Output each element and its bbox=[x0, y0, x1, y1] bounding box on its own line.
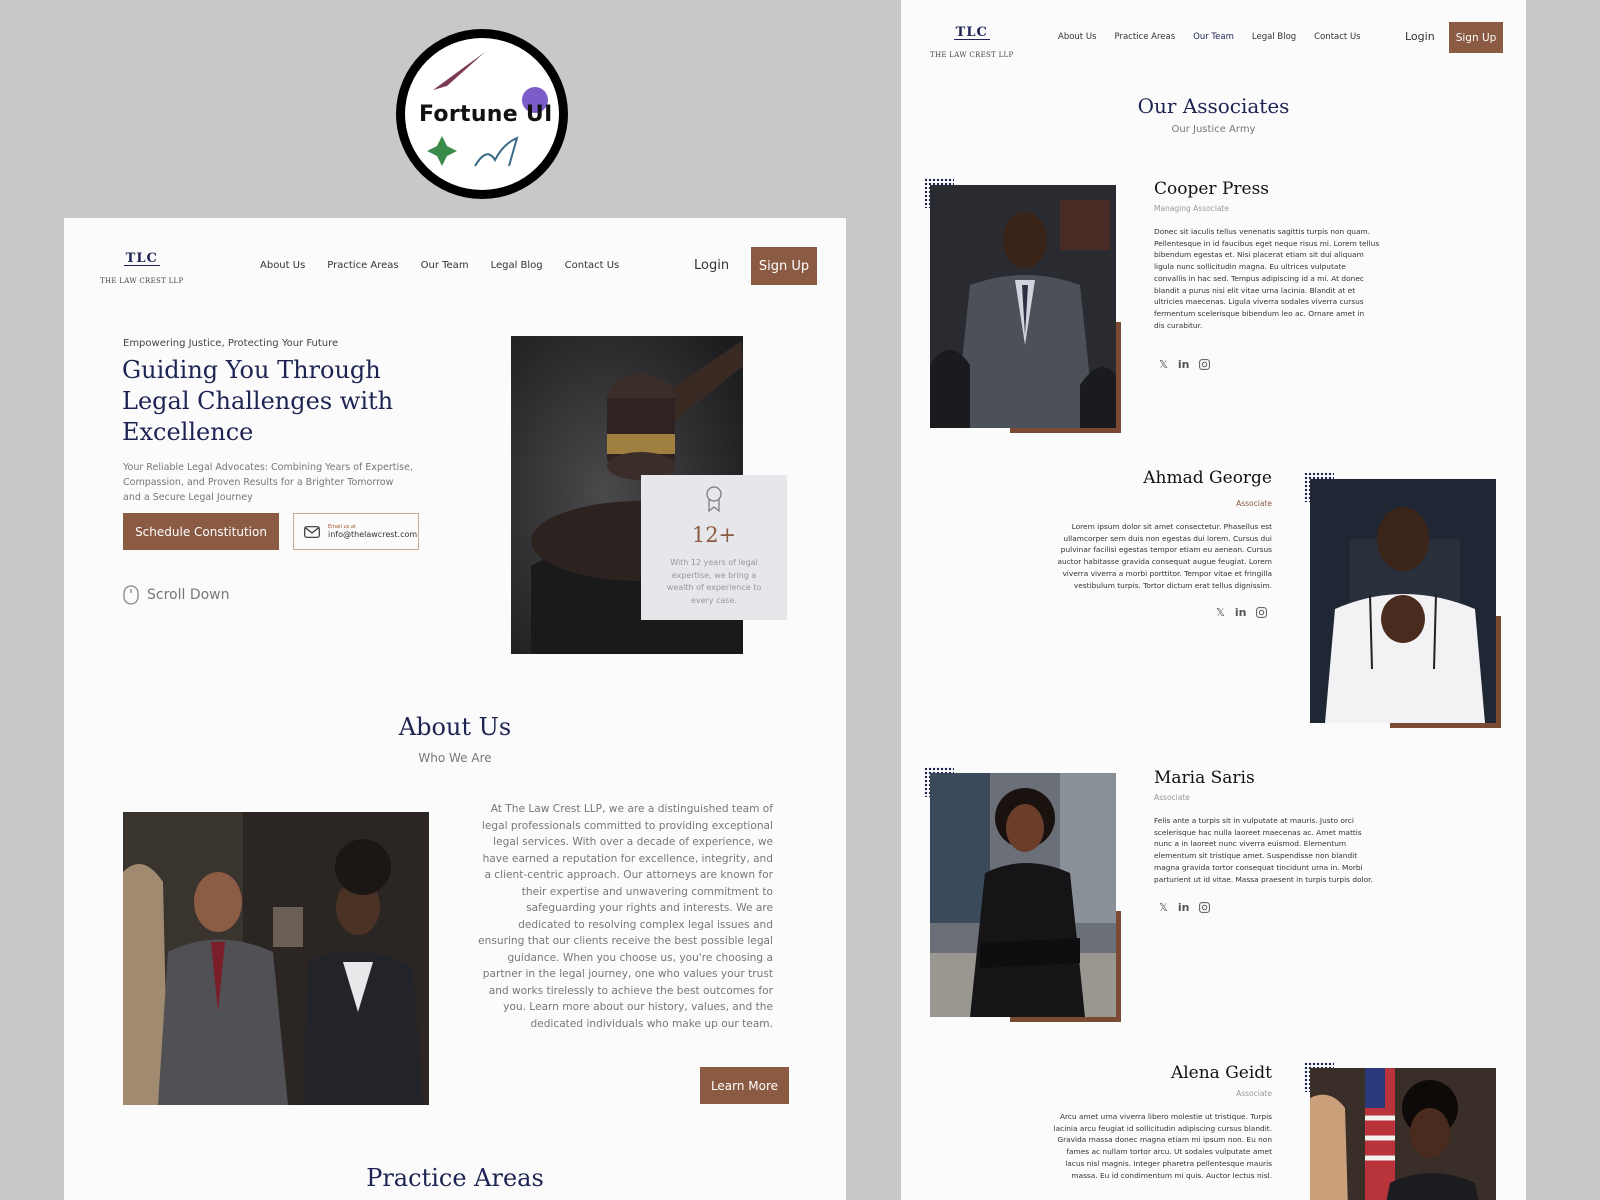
logo-monogram: TLC bbox=[123, 251, 160, 266]
associate-role: Associate bbox=[1154, 793, 1190, 802]
hero-title: Guiding You Through Legal Challenges wit… bbox=[122, 356, 394, 446]
x-icon[interactable]: 𝕏 bbox=[1159, 901, 1168, 914]
associate-bio: Felis ante a turpis sit in vulputate at … bbox=[1154, 816, 1373, 884]
associate-photo-cooper bbox=[930, 185, 1116, 428]
associate-name: Ahmad George bbox=[1143, 468, 1272, 488]
nav-legal-blog[interactable]: Legal Blog bbox=[1252, 32, 1296, 42]
nav-legal-blog[interactable]: Legal Blog bbox=[491, 260, 543, 271]
x-icon[interactable]: 𝕏 bbox=[1159, 358, 1168, 371]
associate-bio: Donec sit iaculis tellus venenatis sagit… bbox=[1154, 227, 1380, 330]
associate-bio: Arcu amet urna viverra libero molestie u… bbox=[1053, 1112, 1272, 1180]
linkedin-icon[interactable]: in bbox=[1178, 358, 1190, 371]
logo-firm-name: THE LAW CREST LLP bbox=[100, 277, 184, 285]
social-links: 𝕏 in bbox=[1159, 901, 1211, 914]
experience-stat-card: 12+ With 12 years of legal expertise, we… bbox=[641, 475, 787, 620]
nav-about[interactable]: About Us bbox=[260, 260, 305, 271]
nav-about[interactable]: About Us bbox=[1058, 32, 1096, 42]
login-link[interactable]: Login bbox=[694, 258, 729, 273]
stat-description: With 12 years of legal expertise, we bri… bbox=[666, 558, 762, 605]
fortune-ui-badge: Fortune UI bbox=[396, 29, 568, 199]
signup-button[interactable]: Sign Up bbox=[751, 247, 817, 285]
linkedin-icon[interactable]: in bbox=[1235, 606, 1247, 619]
about-title: About Us bbox=[398, 713, 512, 741]
email-address: info@thelawcrest.com bbox=[328, 530, 418, 539]
associates-subtitle: Our Justice Army bbox=[1171, 124, 1256, 135]
practice-areas-title: Practice Areas bbox=[366, 1164, 544, 1192]
associate-name: Cooper Press bbox=[1154, 179, 1270, 199]
nav-practice-areas[interactable]: Practice Areas bbox=[327, 260, 398, 271]
associate-photo-ahmad bbox=[1310, 479, 1496, 723]
associate-name: Maria Saris bbox=[1154, 768, 1255, 788]
site-logo[interactable]: TLC THE LAW CREST LLP bbox=[100, 251, 184, 287]
login-link[interactable]: Login bbox=[1405, 30, 1435, 43]
associate-role: Associate bbox=[1236, 499, 1272, 508]
schedule-consultation-button[interactable]: Schedule Constitution bbox=[123, 513, 279, 550]
nav-contact[interactable]: Contact Us bbox=[565, 260, 620, 271]
about-subtitle: Who We Are bbox=[418, 751, 492, 765]
hero-eyebrow: Empowering Justice, Protecting Your Futu… bbox=[123, 338, 339, 349]
scroll-down-label: Scroll Down bbox=[147, 587, 230, 603]
home-page: TLC THE LAW CREST LLP About Us Practice … bbox=[64, 218, 846, 1200]
associates-page: TLC THE LAW CREST LLP About Us Practice … bbox=[901, 0, 1526, 1200]
nav-practice-areas[interactable]: Practice Areas bbox=[1114, 32, 1175, 42]
logo-monogram: TLC bbox=[953, 25, 990, 40]
learn-more-button[interactable]: Learn More bbox=[700, 1067, 789, 1104]
mouse-icon bbox=[123, 585, 139, 605]
about-description: At The Law Crest LLP, we are a distingui… bbox=[478, 803, 773, 1030]
main-nav: About Us Practice Areas Our Team Legal B… bbox=[1058, 32, 1361, 42]
email-button[interactable]: Email us at info@thelawcrest.com bbox=[293, 513, 419, 550]
associate-role: Associate bbox=[1236, 1089, 1272, 1098]
associate-bio: Lorem ipsum dolor sit amet consectetur. … bbox=[1057, 522, 1272, 590]
associate-photo-alena bbox=[1310, 1068, 1496, 1200]
stat-value: 12+ bbox=[691, 523, 737, 547]
x-icon[interactable]: 𝕏 bbox=[1216, 606, 1225, 619]
nav-contact[interactable]: Contact Us bbox=[1314, 32, 1360, 42]
associate-name: Alena Geidt bbox=[1170, 1063, 1272, 1083]
instagram-icon[interactable] bbox=[1199, 359, 1211, 370]
badge-text: Fortune UI bbox=[419, 102, 553, 127]
scroll-down[interactable]: Scroll Down bbox=[123, 585, 230, 605]
associates-title: Our Associates bbox=[1137, 94, 1290, 118]
instagram-icon[interactable] bbox=[1199, 902, 1211, 913]
associate-photo-maria bbox=[930, 773, 1116, 1017]
main-nav: About Us Practice Areas Our Team Legal B… bbox=[260, 260, 619, 271]
hero-description: Your Reliable Legal Advocates: Combining… bbox=[123, 462, 413, 503]
logo-firm-name: THE LAW CREST LLP bbox=[930, 51, 1014, 59]
signup-button[interactable]: Sign Up bbox=[1449, 22, 1503, 53]
site-logo[interactable]: TLC THE LAW CREST LLP bbox=[930, 25, 1014, 61]
instagram-icon[interactable] bbox=[1256, 607, 1268, 618]
linkedin-icon[interactable]: in bbox=[1178, 901, 1190, 914]
social-links: 𝕏 in bbox=[1159, 358, 1211, 371]
mail-icon bbox=[304, 525, 320, 538]
nav-our-team[interactable]: Our Team bbox=[421, 260, 469, 271]
associate-role: Managing Associate bbox=[1154, 204, 1230, 213]
about-team-image bbox=[123, 812, 429, 1105]
social-links: 𝕏 in bbox=[1216, 606, 1268, 619]
award-icon bbox=[706, 486, 722, 513]
nav-our-team[interactable]: Our Team bbox=[1193, 32, 1234, 42]
